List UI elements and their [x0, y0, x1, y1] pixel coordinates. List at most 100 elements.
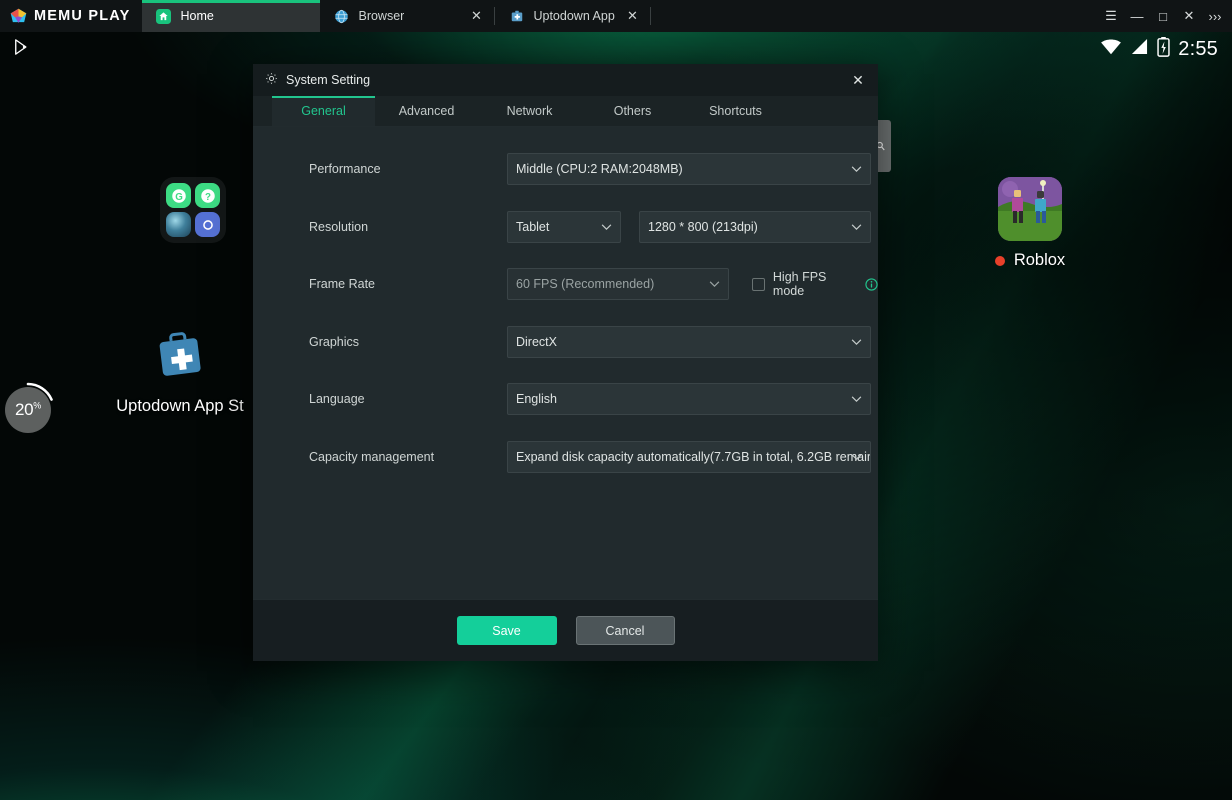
system-setting-dialog: System Setting ✕ General Advanced Networ… — [253, 64, 878, 661]
desktop-icon-roblox-label: Roblox — [1014, 251, 1065, 270]
tab-advanced[interactable]: Advanced — [375, 96, 478, 126]
help-question-icon: ? — [195, 183, 220, 208]
dialog-titlebar: System Setting ✕ — [253, 64, 878, 96]
tab-home-label: Home — [180, 9, 213, 23]
chevron-down-icon — [851, 338, 862, 345]
play-store-icon — [12, 38, 30, 61]
memu-logo-icon — [10, 8, 27, 25]
high-fps-mode-group: High FPS mode — [752, 270, 878, 298]
desktop-icon-roblox-label-wrap: Roblox — [995, 251, 1065, 270]
status-bar-left — [12, 38, 30, 61]
brand-name: MEMU PLAY — [34, 8, 130, 24]
tab-browser-close-icon[interactable]: ✕ — [468, 8, 484, 24]
tab-browser[interactable]: Browser ✕ — [320, 0, 494, 32]
language-value: English — [516, 392, 557, 406]
field-language: Language English — [253, 383, 878, 415]
field-resolution: Resolution Tablet 1280 * 800 (213dpi) — [253, 211, 878, 243]
frame-rate-value: 60 FPS (Recommended) — [516, 277, 654, 291]
frame-rate-select[interactable]: 60 FPS (Recommended) — [507, 268, 729, 300]
field-frame-rate: Frame Rate 60 FPS (Recommended) High FPS… — [253, 268, 878, 300]
browser-globe-icon — [166, 212, 191, 237]
app-folder-icon: G ? — [160, 177, 226, 243]
info-circle-icon[interactable] — [865, 278, 878, 291]
battery-charging-icon — [1157, 37, 1170, 62]
tab-general[interactable]: General — [272, 96, 375, 126]
uptodown-icon — [509, 9, 524, 24]
desktop-icon-uptodown[interactable]: Uptodown App St — [105, 325, 255, 416]
wifi-icon — [1100, 38, 1122, 61]
files-folder-icon — [195, 212, 220, 237]
resolution-mode-select[interactable]: Tablet — [507, 211, 621, 243]
high-fps-mode-label: High FPS mode — [773, 270, 857, 298]
progress-arc-icon — [0, 381, 57, 439]
status-badge — [995, 256, 1005, 266]
svg-text:G: G — [175, 191, 183, 202]
graphics-label: Graphics — [253, 335, 507, 349]
chevron-down-icon — [851, 396, 862, 403]
gear-icon — [265, 72, 278, 88]
chevron-down-icon — [851, 223, 862, 230]
chevron-down-icon — [601, 223, 612, 230]
close-button[interactable]: ✕ — [1176, 0, 1202, 32]
more-button[interactable]: ››› — [1202, 0, 1228, 32]
chevron-down-icon — [851, 453, 862, 460]
menu-button[interactable]: ☰ — [1098, 0, 1124, 32]
dialog-tab-bar: General Advanced Network Others Shortcut… — [253, 96, 878, 127]
tab-strip: Home Browser ✕ — [142, 0, 1098, 32]
desktop-icon-roblox[interactable]: Roblox — [955, 177, 1105, 270]
tab-divider-end — [650, 7, 651, 25]
field-capacity-management: Capacity management Expand disk capacity… — [253, 441, 878, 473]
performance-value: Middle (CPU:2 RAM:2048MB) — [516, 162, 683, 176]
maximize-button[interactable]: □ — [1150, 0, 1176, 32]
dialog-body: Performance Middle (CPU:2 RAM:2048MB) Re… — [253, 127, 878, 599]
cancel-button[interactable]: Cancel — [576, 616, 675, 645]
browser-globe-icon — [334, 9, 349, 24]
android-status-bar: 2:55 — [0, 32, 1232, 66]
dialog-title: System Setting — [286, 73, 370, 87]
brand-name-text: MEMU PLAY — [34, 8, 130, 24]
home-icon — [156, 9, 171, 24]
minimize-button[interactable]: — — [1124, 0, 1150, 32]
tab-shortcuts[interactable]: Shortcuts — [684, 96, 787, 126]
desktop-icon-uptodown-label: Uptodown App St — [116, 397, 244, 416]
app-titlebar: MEMU PLAY Home Browser ✕ — [0, 0, 1232, 32]
graphics-select[interactable]: DirectX — [507, 326, 871, 358]
status-bar-clock: 2:55 — [1178, 38, 1218, 61]
desktop-icon-folder[interactable]: G ? — [118, 177, 268, 253]
chevron-down-icon — [851, 166, 862, 173]
tab-browser-label: Browser — [358, 9, 404, 23]
tab-uptodown-close-icon[interactable]: ✕ — [624, 8, 640, 24]
capacity-management-select[interactable]: Expand disk capacity automatically(7.7GB… — [507, 441, 871, 473]
resolution-mode-value: Tablet — [516, 220, 549, 234]
frame-rate-label: Frame Rate — [253, 277, 507, 291]
resolution-label: Resolution — [253, 220, 507, 234]
tab-uptodown-label: Uptodown App Store — [533, 9, 615, 23]
high-fps-mode-checkbox[interactable] — [752, 278, 765, 291]
save-button[interactable]: Save — [457, 616, 557, 645]
roblox-icon — [998, 177, 1062, 241]
cellular-signal-icon — [1130, 38, 1149, 60]
language-select[interactable]: English — [507, 383, 871, 415]
performance-select[interactable]: Middle (CPU:2 RAM:2048MB) — [507, 153, 871, 185]
language-label: Language — [253, 392, 507, 406]
status-bar-right: 2:55 — [1100, 37, 1218, 62]
uptodown-briefcase-icon — [149, 325, 211, 387]
field-performance: Performance Middle (CPU:2 RAM:2048MB) — [253, 153, 878, 185]
google-g-icon: G — [166, 183, 191, 208]
performance-label: Performance — [253, 162, 507, 176]
capacity-management-value: Expand disk capacity automatically(7.7GB… — [516, 450, 871, 464]
download-progress-badge[interactable]: 20% — [5, 387, 51, 433]
tab-home[interactable]: Home — [142, 0, 320, 32]
graphics-value: DirectX — [516, 335, 557, 349]
resolution-value-select[interactable]: 1280 * 800 (213dpi) — [639, 211, 871, 243]
chevron-down-icon — [709, 281, 720, 288]
capacity-management-label: Capacity management — [253, 450, 507, 464]
tab-uptodown-app-store[interactable]: Uptodown App Store ✕ — [495, 0, 650, 32]
window-controls: ☰ — □ ✕ ››› — [1098, 0, 1232, 32]
tab-network[interactable]: Network — [478, 96, 581, 126]
brand-logo-area: MEMU PLAY — [0, 0, 142, 32]
resolution-value: 1280 * 800 (213dpi) — [648, 220, 758, 234]
tab-others[interactable]: Others — [581, 96, 684, 126]
dialog-close-icon[interactable]: ✕ — [848, 70, 868, 90]
field-graphics: Graphics DirectX — [253, 326, 878, 358]
